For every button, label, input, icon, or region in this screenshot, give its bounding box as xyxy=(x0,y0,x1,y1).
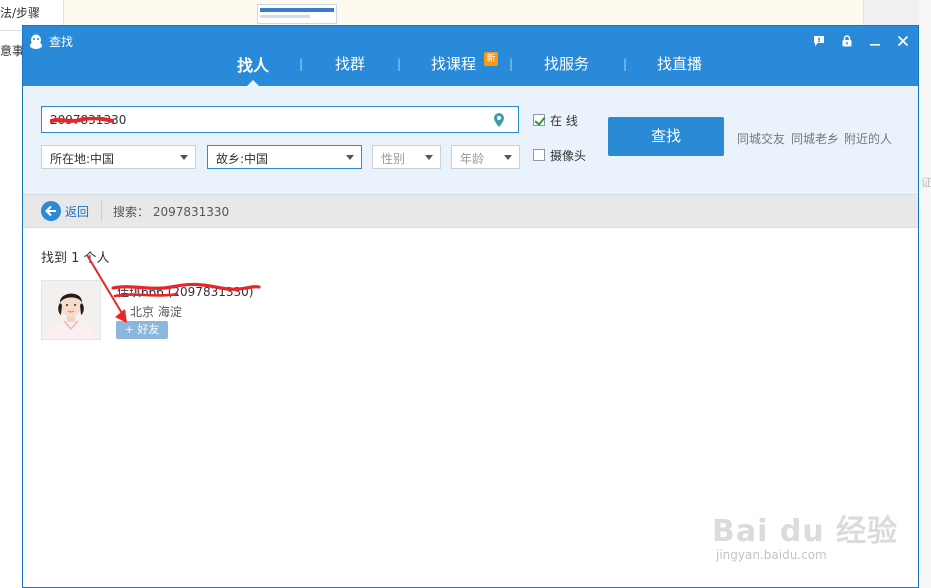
online-checkbox[interactable] xyxy=(533,114,545,126)
background-top-strip xyxy=(64,0,864,26)
divider xyxy=(101,200,102,222)
background-text: 意事 xyxy=(0,44,25,58)
background-text: 证 xyxy=(921,176,931,189)
chevron-down-icon xyxy=(425,155,433,160)
new-badge: 新 xyxy=(484,52,498,66)
background-right-panel: 证 xyxy=(919,0,931,588)
watermark-brand: Bai du 经验 xyxy=(712,514,899,549)
find-button[interactable]: 查找 xyxy=(608,117,724,156)
location-pin-icon[interactable] xyxy=(492,112,506,128)
chevron-down-icon xyxy=(346,155,354,160)
age-select[interactable]: 年龄 xyxy=(451,145,520,169)
tab-find-courses[interactable]: 找课程 xyxy=(431,53,476,74)
watermark-url: jingyan.baidu.com xyxy=(716,548,827,562)
tab-bar: 找人 | 找群 | 找课程 新 | 找服务 | 找直播 xyxy=(23,48,918,86)
gender-select-placeholder: 性别 xyxy=(381,152,406,166)
quick-link-nearby[interactable]: 附近的人 xyxy=(844,130,892,147)
location-select[interactable]: 所在地:中国 xyxy=(41,145,196,169)
background-thumbnail xyxy=(257,4,337,24)
tab-separator: | xyxy=(509,57,514,71)
search-panel: 2097831330 所在地:中国 故乡:中国 性别 年龄 在 线 摄像头 查找… xyxy=(23,86,918,195)
background-text: 法/步骤 xyxy=(0,6,41,20)
age-select-placeholder: 年龄 xyxy=(460,152,485,166)
online-label: 在 线 xyxy=(550,114,578,128)
annotation-arrow-icon xyxy=(86,254,127,323)
hometown-select[interactable]: 故乡:中国 xyxy=(207,145,362,169)
back-arrow-icon[interactable] xyxy=(41,201,61,221)
keyword-input[interactable]: 2097831330 xyxy=(41,106,519,133)
user-location: 北京 海淀 xyxy=(130,305,182,319)
tab-find-live[interactable]: 找直播 xyxy=(657,53,702,74)
chevron-down-icon xyxy=(504,155,512,160)
tab-separator: | xyxy=(623,57,628,71)
tab-find-services[interactable]: 找服务 xyxy=(544,53,589,74)
quick-link-hometown[interactable]: 同城老乡 xyxy=(791,130,839,147)
hometown-select-value: 故乡:中国 xyxy=(216,152,269,166)
tab-find-groups[interactable]: 找群 xyxy=(335,53,365,74)
gender-select[interactable]: 性别 xyxy=(372,145,441,169)
tab-separator: | xyxy=(299,57,304,71)
location-select-value: 所在地:中国 xyxy=(50,152,115,166)
back-link[interactable]: 返回 xyxy=(65,203,89,220)
camera-label: 摄像头 xyxy=(550,149,587,163)
tab-find-people[interactable]: 找人 xyxy=(237,52,269,76)
redaction-scribble xyxy=(111,282,261,298)
tab-separator: | xyxy=(397,57,402,71)
search-summary-label: 搜索： xyxy=(113,205,150,219)
redaction-scribble xyxy=(50,117,114,123)
watermark: Bai du 经验 jingyan.baidu.com xyxy=(712,492,897,572)
camera-checkbox[interactable] xyxy=(533,149,545,161)
quick-link-same-city[interactable]: 同城交友 xyxy=(737,130,785,147)
search-summary: 搜索： 2097831330 xyxy=(113,203,229,220)
search-summary-value: 2097831330 xyxy=(152,205,230,219)
title-bar: 查找 找人 | 找群 | 找课程 新 | 找服务 | 找直播 xyxy=(23,26,918,86)
breadcrumb: 返回 搜索： 2097831330 xyxy=(23,195,918,228)
chevron-down-icon xyxy=(180,155,188,160)
